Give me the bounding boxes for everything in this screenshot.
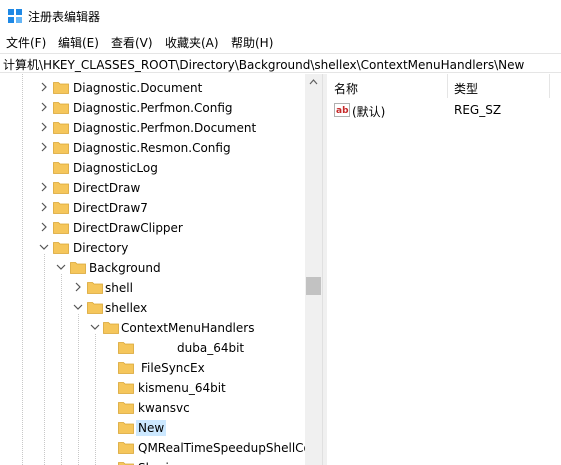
scroll-up-arrow-icon[interactable] <box>305 74 322 91</box>
chevron-down-icon[interactable] <box>55 261 67 273</box>
ab-string-value-icon: ab <box>334 103 350 117</box>
chevron-right-icon[interactable] <box>38 121 50 133</box>
folder-icon <box>53 102 69 114</box>
chevron-right-icon[interactable] <box>38 101 50 113</box>
registry-tree: Diagnostic.Document Diagnostic.Perfmon.Co… <box>0 74 320 465</box>
tree-item-label: QMRealTimeSpeedupShellCo <box>138 441 311 455</box>
chevron-down-icon[interactable] <box>38 241 50 253</box>
tree-item[interactable]: Directory <box>0 238 305 258</box>
folder-icon <box>87 302 103 314</box>
column-divider[interactable] <box>549 74 550 98</box>
tree-item[interactable]: DirectDraw7 <box>0 198 305 218</box>
folder-icon <box>53 222 69 234</box>
values-pane: 名称 类型 ab (默认) REG_SZ <box>327 74 561 465</box>
chevron-right-icon[interactable] <box>38 141 50 153</box>
tree-item-label: Diagnostic.Document <box>73 81 203 95</box>
tree-item-label: Directory <box>73 241 129 255</box>
registry-editor-icon <box>8 9 22 23</box>
tree-item[interactable]: Diagnostic.Document <box>0 78 305 98</box>
tree-scrollbar-thumb[interactable] <box>306 277 321 295</box>
folder-icon <box>53 242 69 254</box>
folder-icon <box>118 422 134 434</box>
value-row[interactable]: ab (默认) REG_SZ <box>327 100 561 120</box>
folder-icon <box>53 162 69 174</box>
tree-item-label: shell <box>105 281 133 295</box>
column-divider[interactable] <box>447 74 448 98</box>
tree-item-label: kismenu_64bit <box>138 381 226 395</box>
svg-text:ab: ab <box>336 106 349 116</box>
tree-item[interactable]: DirectDraw <box>0 178 305 198</box>
address-path[interactable]: 计算机\HKEY_CLASSES_ROOT\Directory\Backgrou… <box>3 56 524 73</box>
address-bar[interactable]: 计算机\HKEY_CLASSES_ROOT\Directory\Backgrou… <box>0 53 561 73</box>
chevron-down-icon[interactable] <box>72 301 84 313</box>
tree-item-label: Diagnostic.Perfmon.Config <box>73 101 233 115</box>
value-type: REG_SZ <box>454 103 502 117</box>
folder-icon <box>53 82 69 94</box>
tree-item-label: Diagnostic.Resmon.Config <box>73 141 231 155</box>
chevron-right-icon[interactable] <box>38 81 50 93</box>
menu-file[interactable]: 文件(F) <box>6 34 46 51</box>
folder-icon <box>118 462 134 465</box>
window-title: 注册表编辑器 <box>28 10 101 24</box>
menu-bar: 文件(F) 编辑(E) 查看(V) 收藏夹(A) 帮助(H) <box>0 32 561 52</box>
chevron-right-icon[interactable] <box>38 181 50 193</box>
tree-item[interactable]: Diagnostic.Perfmon.Config <box>0 98 305 118</box>
tree-item[interactable]: shellex <box>0 298 305 318</box>
chevron-right-icon[interactable] <box>38 201 50 213</box>
menu-help[interactable]: 帮助(H) <box>231 34 273 51</box>
value-name: (默认) <box>352 105 386 119</box>
tree-item-label: Diagnostic.Perfmon.Document <box>73 121 257 135</box>
folder-icon <box>118 402 134 414</box>
column-header-type[interactable]: 类型 <box>454 80 478 97</box>
tree-item[interactable]: Sharing <box>0 458 305 465</box>
tree-item[interactable]: kismenu_64bit <box>0 378 305 398</box>
tree-item-label: DirectDrawClipper <box>73 221 183 235</box>
tree-item-label: duba_64bit <box>177 341 245 355</box>
tree-item-label: DirectDraw7 <box>73 201 148 215</box>
menu-edit[interactable]: 编辑(E) <box>58 34 99 51</box>
title-bar: 注册表编辑器 <box>0 0 561 32</box>
tree-item-label: Background <box>89 261 161 275</box>
tree-item[interactable]: FileSyncEx <box>0 358 305 378</box>
tree-item[interactable]: shell <box>0 278 305 298</box>
tree-item[interactable]: DirectDrawClipper <box>0 218 305 238</box>
chevron-right-icon[interactable] <box>38 221 50 233</box>
tree-item[interactable]: kwansvc <box>0 398 305 418</box>
column-header-name[interactable]: 名称 <box>334 80 358 97</box>
folder-icon <box>118 382 134 394</box>
tree-scrollbar[interactable] <box>305 74 322 465</box>
folder-icon <box>87 282 103 294</box>
tree-item-label: New <box>136 420 167 436</box>
tree-item[interactable]: Diagnostic.Perfmon.Document <box>0 118 305 138</box>
folder-icon <box>53 202 69 214</box>
folder-icon <box>118 342 134 354</box>
tree-item[interactable]: Background <box>0 258 305 278</box>
tree-item-selected[interactable]: New <box>0 418 305 438</box>
folder-icon <box>53 122 69 134</box>
folder-icon <box>53 142 69 154</box>
folder-icon <box>118 442 134 454</box>
tree-item[interactable]: QMRealTimeSpeedupShellCo <box>0 438 311 458</box>
folder-icon <box>53 182 69 194</box>
tree-item[interactable]: ContextMenuHandlers <box>0 318 305 338</box>
chevron-down-icon[interactable] <box>89 321 101 333</box>
tree-item-label: Sharing <box>136 460 186 465</box>
menu-favorites[interactable]: 收藏夹(A) <box>165 34 219 51</box>
folder-icon <box>103 322 119 334</box>
tree-item-label: DirectDraw <box>73 181 141 195</box>
tree-item[interactable]: duba_64bit <box>0 338 305 358</box>
tree-item[interactable]: DiagnosticLog <box>0 158 305 178</box>
menu-view[interactable]: 查看(V) <box>111 34 153 51</box>
tree-item-label: kwansvc <box>138 401 190 415</box>
tree-item-label: DiagnosticLog <box>73 161 158 175</box>
tree-item-label: shellex <box>105 301 148 315</box>
tree-item[interactable]: Diagnostic.Resmon.Config <box>0 138 305 158</box>
folder-icon <box>70 262 86 274</box>
folder-icon <box>118 362 134 374</box>
tree-item-label: FileSyncEx <box>141 361 205 375</box>
tree-item-label: ContextMenuHandlers <box>121 321 255 335</box>
chevron-right-icon[interactable] <box>72 281 84 293</box>
